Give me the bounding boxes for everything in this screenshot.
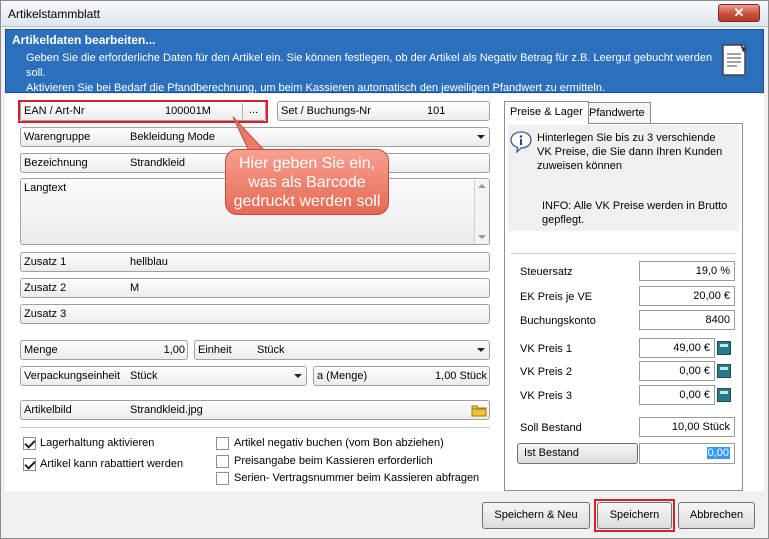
artikelbild-value: Strandkleid.jpg (130, 404, 203, 416)
menge-label: Menge (24, 344, 58, 356)
close-button[interactable]: ✕ (718, 4, 760, 22)
verpackung-select[interactable]: Verpackungseinheit Stück (20, 366, 307, 386)
serien-label: Serien- Vertragsnummer beim Kassieren ab… (234, 472, 480, 484)
zusatz2-field[interactable]: Zusatz 2 M (20, 278, 490, 298)
window-title: Artikelstammblatt (8, 7, 101, 21)
langtext-label: Langtext (24, 182, 67, 194)
verpackung-value: Stück (130, 370, 158, 382)
folder-icon[interactable] (471, 403, 487, 417)
vk2-field[interactable]: 0,00 € (639, 361, 715, 381)
menge-field[interactable]: Menge 1,00 (20, 340, 188, 360)
chevron-down-icon[interactable] (474, 129, 488, 145)
vk1-label: VK Preis 1 (520, 343, 572, 355)
konto-field[interactable]: 8400 (639, 310, 735, 330)
amenge-field[interactable]: a (Menge) 1,00 Stück (313, 366, 490, 386)
amenge-value: 1,00 Stück (435, 370, 487, 382)
bezeichnung-label: Bezeichnung (24, 157, 88, 169)
vk3-label: VK Preis 3 (520, 390, 572, 402)
vk3-field[interactable]: 0,00 € (639, 385, 715, 405)
zusatz2-label: Zusatz 2 (24, 282, 67, 294)
artikelbild-field[interactable]: Artikelbild Strandkleid.jpg (20, 400, 490, 420)
soll-field[interactable]: 10,00 Stück (639, 417, 735, 437)
barcode-callout: Hier geben Sie ein, was als Barcode gedr… (225, 149, 389, 215)
tab-preise-lager[interactable]: Preise & Lager (504, 101, 589, 124)
form-divider (20, 427, 490, 428)
callout-pointer (232, 116, 267, 152)
ist-bestand-button[interactable]: Ist Bestand (517, 443, 638, 464)
ek-field[interactable]: 20,00 € (639, 286, 735, 306)
lagerhaltung-checkbox[interactable] (23, 437, 36, 450)
info-note: INFO: Alle VK Preise werden in Brutto ge… (542, 200, 728, 226)
steuersatz-field[interactable]: 19,0 % (639, 261, 735, 281)
chevron-down-icon[interactable] (291, 368, 305, 384)
bezeichnung-value: Strandkleid (130, 157, 186, 169)
zusatz1-field[interactable]: Zusatz 1 hellblau (20, 252, 490, 272)
price-divider (511, 253, 735, 254)
header-description: Geben Sie die erforderliche Daten für de… (26, 51, 716, 96)
callout-line1: Hier geben Sie ein, (238, 155, 376, 172)
tab-pfandwerte[interactable]: Pfandwerte (583, 102, 651, 124)
info-icon (510, 131, 532, 153)
rabattiert-checkbox[interactable] (23, 458, 36, 471)
vk1-field[interactable]: 49,00 € (639, 338, 715, 358)
warengruppe-value: Bekleidung Mode (130, 131, 216, 143)
ist-value: 0,00 (706, 447, 730, 459)
calculator-icon[interactable] (717, 341, 731, 355)
zusatz1-label: Zusatz 1 (24, 256, 67, 268)
artikelbild-label: Artikelbild (24, 404, 72, 416)
warengruppe-label: Warengruppe (24, 131, 91, 143)
document-icon (722, 44, 747, 76)
calculator-icon[interactable] (717, 388, 731, 402)
callout-line2: was als Barcode (248, 174, 366, 191)
calculator-icon[interactable] (717, 364, 731, 378)
title-bar: Artikelstammblatt ✕ (1, 1, 768, 27)
ist-field[interactable]: 0,00 (639, 443, 735, 464)
preisangabe-label: Preisangabe beim Kassieren erforderlich (234, 455, 433, 467)
negativ-checkbox[interactable] (216, 437, 229, 450)
set-label: Set / Buchungs-Nr (281, 105, 371, 117)
zusatz3-label: Zusatz 3 (24, 308, 67, 320)
ek-label: EK Preis je VE (520, 291, 593, 303)
langtext-scrollbar[interactable] (474, 180, 488, 243)
save-highlight (594, 499, 675, 532)
konto-label: Buchungskonto (520, 315, 596, 327)
header-text-line1: Geben Sie die erforderliche Daten für de… (26, 52, 713, 79)
preisangabe-checkbox[interactable] (216, 455, 229, 468)
header-title: Artikeldaten bearbeiten... (12, 33, 156, 47)
steuersatz-label: Steuersatz (520, 266, 573, 278)
einheit-select[interactable]: Einheit Stück (194, 340, 490, 360)
amenge-label: a (Menge) (317, 370, 368, 382)
set-value: 101 (427, 105, 446, 117)
negativ-label: Artikel negativ buchen (vom Bon abziehen… (234, 437, 444, 449)
cancel-button[interactable]: Abbrechen (678, 502, 755, 529)
artikelstammblatt-window: Artikelstammblatt ✕ Artikeldaten bearbei… (0, 0, 769, 539)
save-new-button[interactable]: Speichern & Neu (482, 502, 590, 529)
zusatz3-field[interactable]: Zusatz 3 (20, 304, 490, 324)
zusatz2-value: M (130, 282, 140, 294)
chevron-down-icon[interactable] (474, 342, 488, 358)
info-text: Hinterlegen Sie bis zu 3 verschiende VK … (537, 132, 723, 172)
einheit-label: Einheit (198, 344, 232, 356)
callout-line3: gedruckt werden soll (233, 193, 381, 210)
info-box: Hinterlegen Sie bis zu 3 verschiende VK … (508, 125, 739, 231)
rabattiert-label: Artikel kann rabattiert werden (40, 458, 184, 470)
vk2-label: VK Preis 2 (520, 366, 572, 378)
set-field[interactable]: Set / Buchungs-Nr 101 (277, 101, 490, 121)
einheit-value: Stück (257, 344, 285, 356)
serien-checkbox[interactable] (216, 472, 229, 485)
lagerhaltung-label: Lagerhaltung aktivieren (40, 437, 155, 449)
soll-label: Soll Bestand (520, 422, 582, 434)
verpackung-label: Verpackungseinheit (24, 370, 121, 382)
menge-value: 1,00 (163, 344, 185, 356)
header-banner: Artikeldaten bearbeiten... Geben Sie die… (5, 29, 764, 96)
zusatz1-value: hellblau (130, 256, 168, 268)
